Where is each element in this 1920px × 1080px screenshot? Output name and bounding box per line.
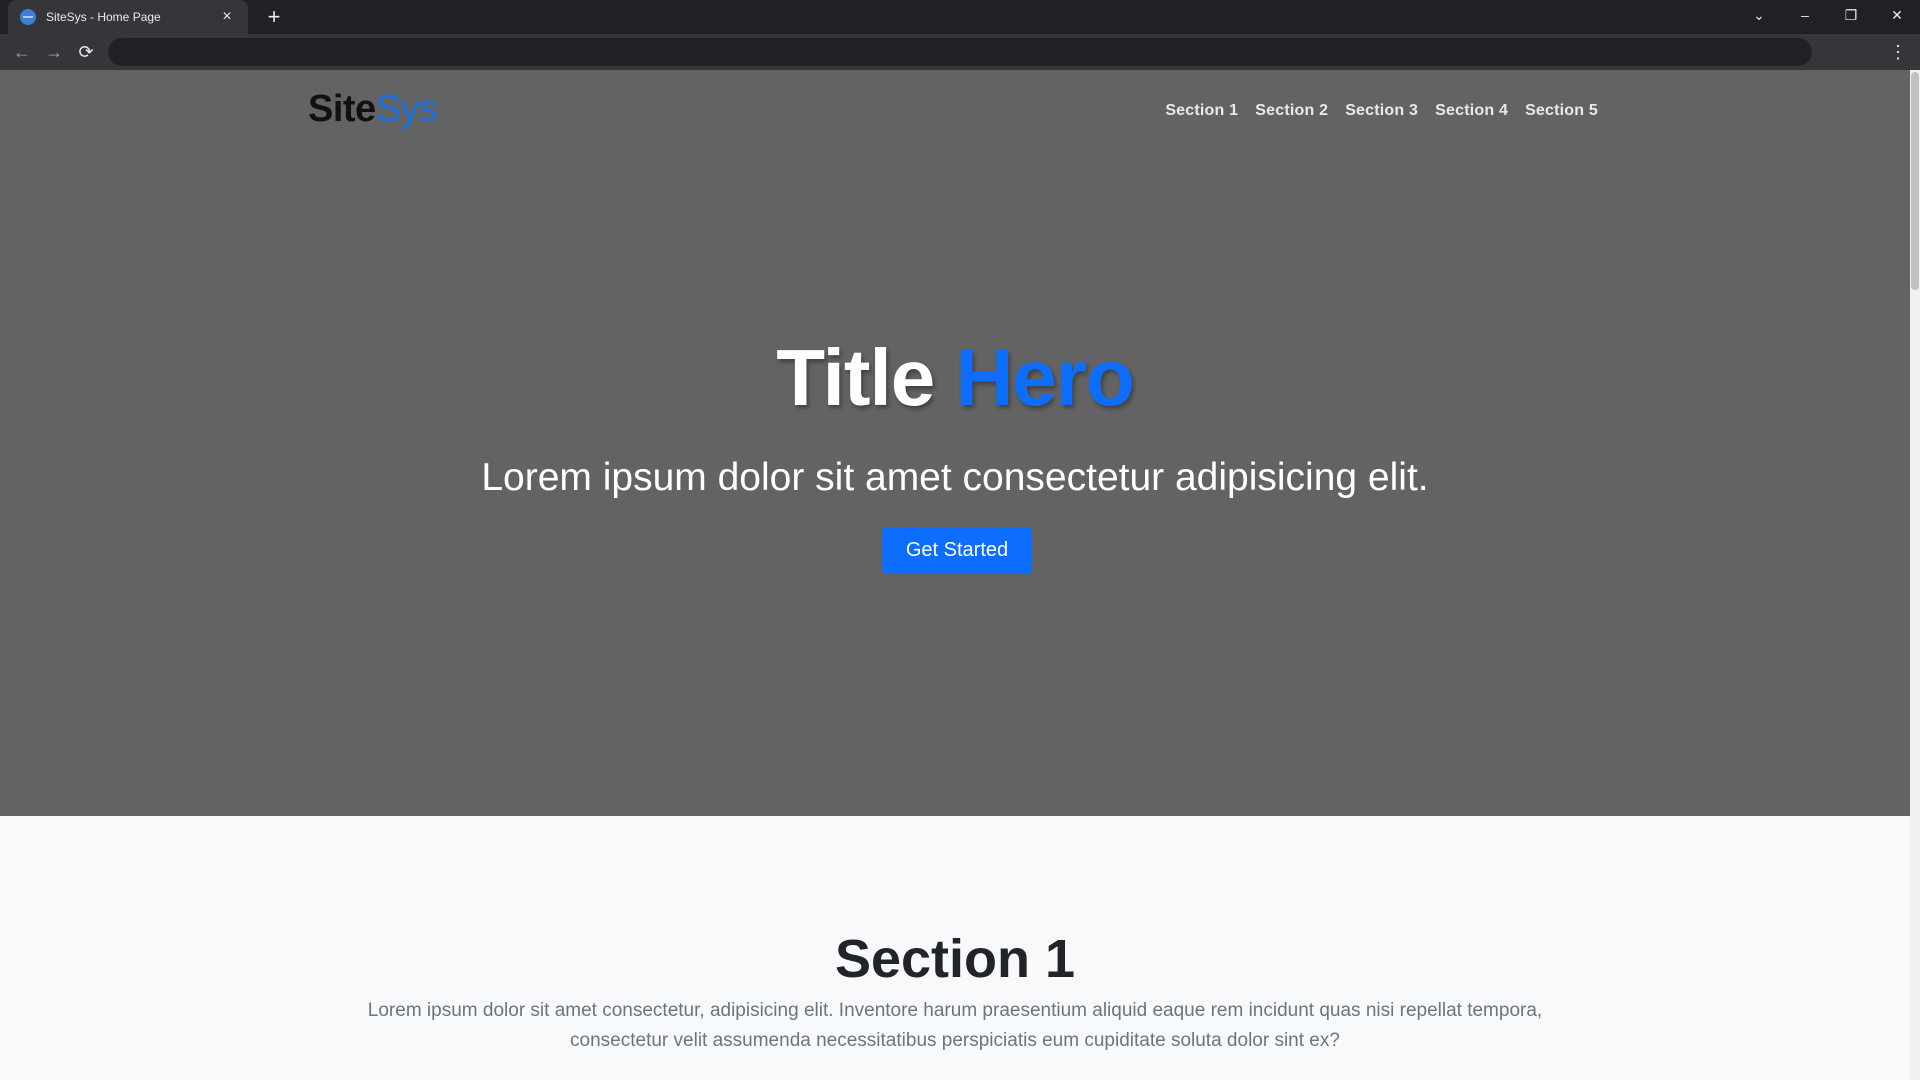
hero-title: Title Hero bbox=[0, 332, 1910, 424]
back-arrow-icon[interactable]: ← bbox=[8, 38, 36, 66]
hero-section: SiteSys Section 1 Section 2 Section 3 Se… bbox=[0, 70, 1910, 816]
close-tab-icon[interactable]: × bbox=[218, 8, 236, 26]
kebab-menu-icon[interactable]: ⋮ bbox=[1884, 38, 1912, 66]
forward-arrow-icon[interactable]: → bbox=[40, 38, 68, 66]
tab-search-dropdown-icon[interactable]: ⌄ bbox=[1736, 0, 1782, 30]
logo-text-sys: Sys bbox=[375, 88, 438, 130]
browser-toolbar: ← → ⟳ ⋮ bbox=[0, 34, 1920, 70]
close-window-button[interactable]: ✕ bbox=[1874, 0, 1920, 30]
tab-title: SiteSys - Home Page bbox=[46, 10, 161, 24]
nav-link-section-3[interactable]: Section 3 bbox=[1345, 102, 1418, 120]
globe-icon bbox=[20, 9, 36, 25]
section-1-text: Lorem ipsum dolor sit amet consectetur, … bbox=[367, 1000, 1543, 1051]
section-1-title: Section 1 bbox=[834, 929, 1076, 989]
site-logo[interactable]: SiteSys bbox=[308, 88, 438, 131]
address-bar[interactable] bbox=[108, 38, 1812, 66]
browser-tab[interactable]: SiteSys - Home Page × bbox=[8, 0, 248, 34]
nav-link-section-4[interactable]: Section 4 bbox=[1435, 102, 1508, 120]
main-nav: Section 1 Section 2 Section 3 Section 4 … bbox=[1165, 102, 1598, 120]
logo-text-site: Site bbox=[308, 88, 376, 130]
new-tab-button[interactable]: + bbox=[260, 4, 288, 32]
hero-title-part2: Hero bbox=[955, 333, 1134, 422]
reload-icon[interactable]: ⟳ bbox=[72, 38, 100, 66]
get-started-button[interactable]: Get Started bbox=[882, 527, 1032, 574]
restore-button[interactable]: ❐ bbox=[1828, 0, 1874, 30]
minimize-button[interactable]: – bbox=[1782, 0, 1828, 30]
hero-subtitle: Lorem ipsum dolor sit amet consectetur a… bbox=[481, 456, 1429, 499]
nav-link-section-5[interactable]: Section 5 bbox=[1525, 102, 1598, 120]
page-viewport: SiteSys Section 1 Section 2 Section 3 Se… bbox=[0, 70, 1920, 1080]
hero-title-part1: Title bbox=[776, 333, 935, 422]
nav-link-section-2[interactable]: Section 2 bbox=[1255, 102, 1328, 120]
page-scrollbar[interactable] bbox=[1910, 70, 1920, 1080]
tab-bar: SiteSys - Home Page × + ⌄ – ❐ ✕ bbox=[0, 0, 1920, 34]
scrollbar-thumb[interactable] bbox=[1911, 72, 1919, 290]
nav-link-section-1[interactable]: Section 1 bbox=[1165, 102, 1238, 120]
section-1: Section 1 Lorem ipsum dolor sit amet con… bbox=[0, 816, 1910, 1080]
